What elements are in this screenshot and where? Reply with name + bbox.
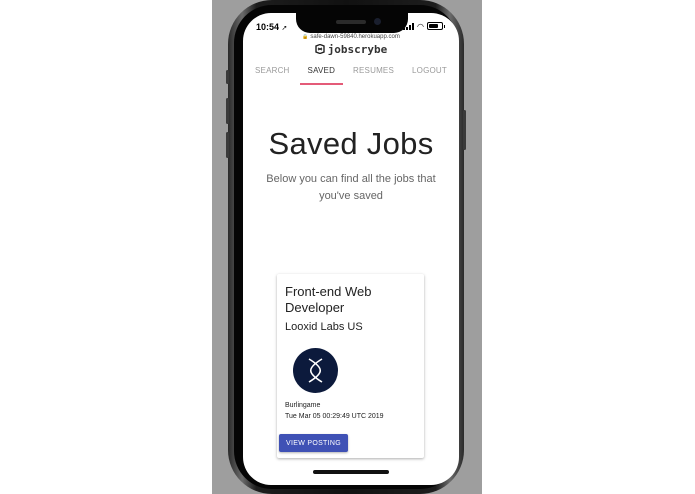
- mute-switch: [226, 70, 229, 84]
- page-subtitle: Below you can find all the jobs that you…: [266, 173, 436, 202]
- brand-name: jobscrybe: [327, 43, 388, 56]
- job-location: Burlingame: [285, 402, 321, 409]
- company-name: Looxid Labs US: [285, 321, 363, 333]
- status-icons: ◠: [403, 22, 445, 30]
- phone-screen: 10:54 ➚ ◠ 🔒 safe-dawn-59840.herokuapp.com…: [243, 13, 459, 485]
- lock-icon: 🔒: [302, 34, 309, 40]
- job-card: Front-end Web Developer Looxid Labs US B…: [277, 274, 424, 458]
- tab-logout[interactable]: LOGOUT: [408, 63, 451, 85]
- url-text: safe-dawn-59840.herokuapp.com: [310, 34, 400, 40]
- job-posted-date: Tue Mar 05 00:29:49 UTC 2019: [285, 413, 384, 420]
- job-title: Front-end Web Developer: [285, 284, 372, 315]
- page-title: Saved Jobs: [268, 126, 434, 161]
- tab-search[interactable]: SEARCH: [251, 63, 294, 85]
- battery-icon: [427, 22, 443, 30]
- volume-down-button: [226, 132, 229, 158]
- power-button: [463, 110, 466, 150]
- address-bar[interactable]: 🔒 safe-dawn-59840.herokuapp.com: [243, 34, 459, 40]
- front-camera: [374, 18, 381, 25]
- location-arrow-icon: ➚: [281, 25, 288, 32]
- volume-up-button: [226, 98, 229, 124]
- notch: [296, 13, 408, 33]
- looxid-logo-icon: [308, 358, 323, 383]
- tab-saved[interactable]: SAVED: [299, 63, 343, 85]
- tab-resumes[interactable]: RESUMES: [349, 63, 398, 85]
- nav-tabs: SEARCH SAVED RESUMES LOGOUT: [251, 63, 451, 85]
- speaker-grille: [336, 20, 366, 24]
- wifi-icon: ◠: [417, 21, 424, 31]
- brand-logo[interactable]: jobscrybe: [243, 43, 459, 57]
- battery-cap: [444, 24, 445, 28]
- jobscrybe-logo-icon: [314, 44, 325, 54]
- view-posting-button[interactable]: VIEW POSTING: [279, 434, 348, 452]
- home-indicator[interactable]: [313, 470, 389, 474]
- company-logo: [293, 348, 338, 393]
- status-time: 10:54 ➚: [256, 22, 288, 32]
